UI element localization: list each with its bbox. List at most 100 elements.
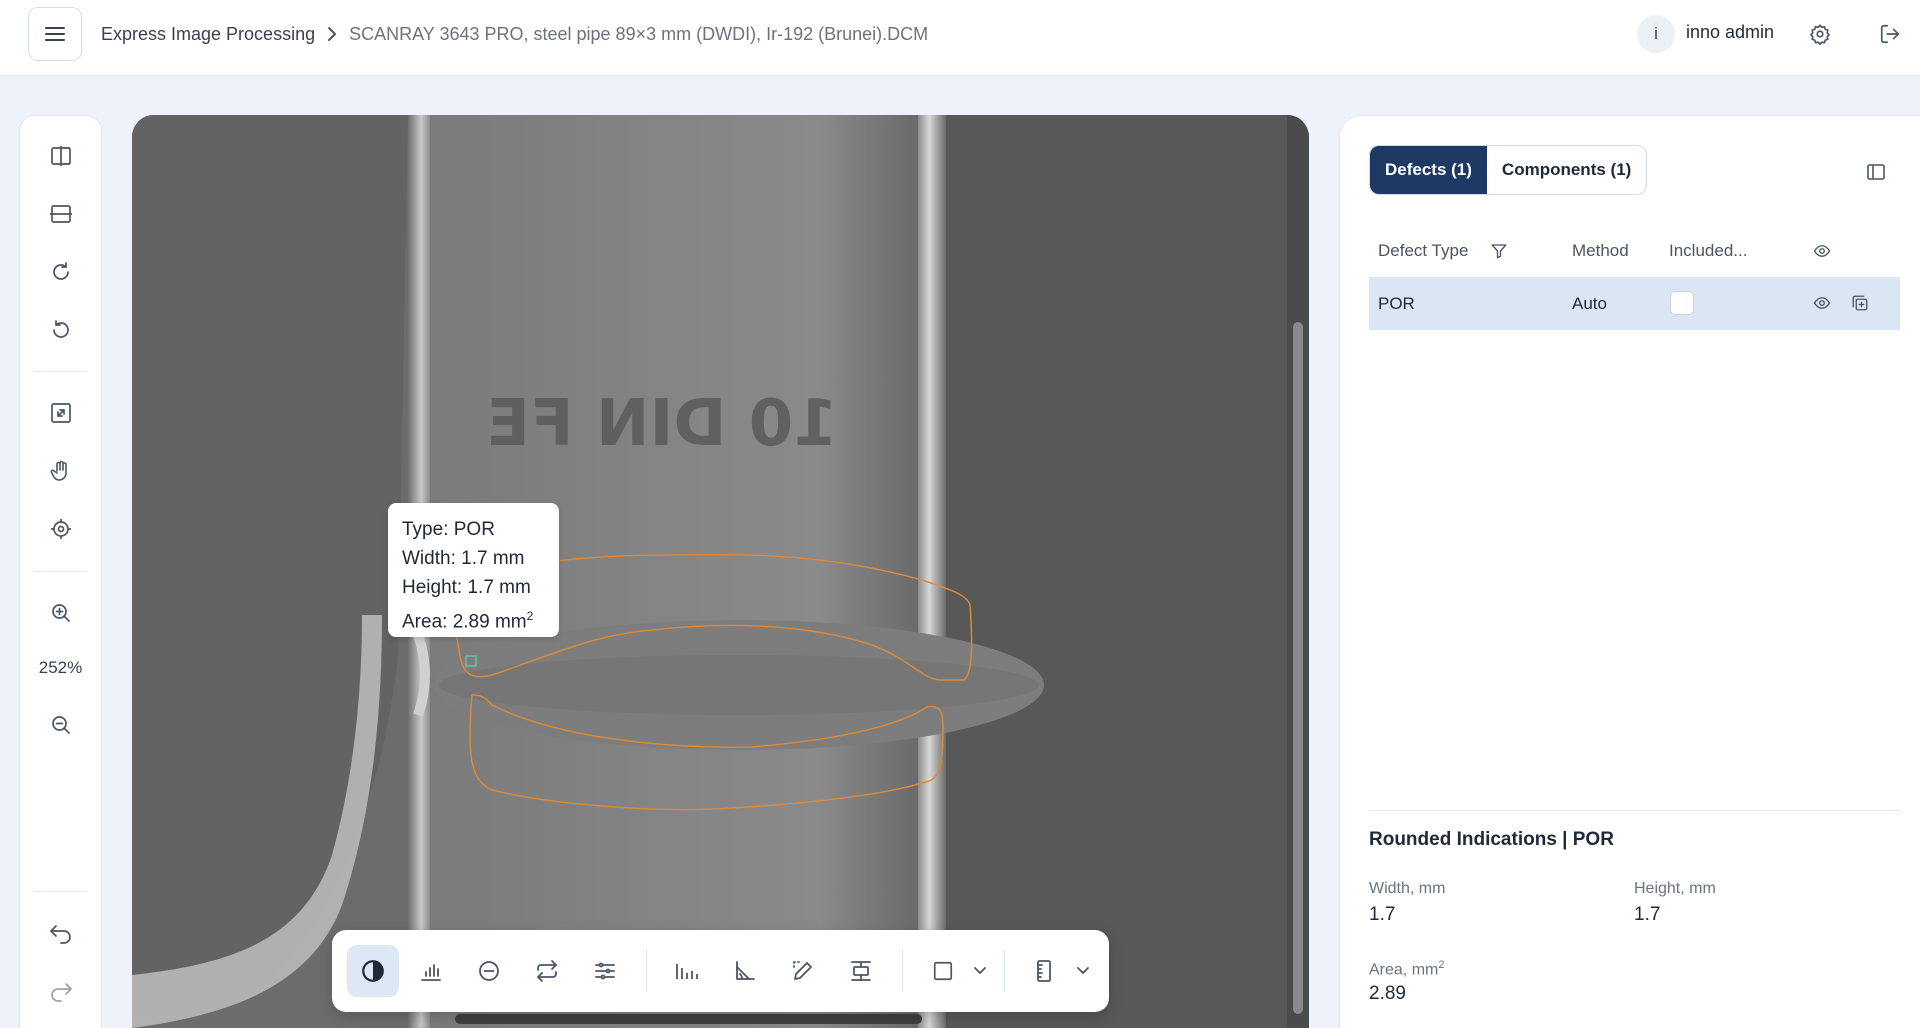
undo-button[interactable]	[41, 913, 81, 953]
minus-circle-icon	[479, 961, 499, 981]
tooltip-area: Area: 2.89 mm2	[402, 609, 534, 633]
panel-toggle-button[interactable]	[1864, 160, 1888, 184]
top-bar: Express Image Processing SCANRAY 3643 PR…	[0, 0, 1920, 76]
chevron-right-icon	[327, 26, 337, 42]
contrast-button[interactable]	[347, 945, 399, 997]
tab-components[interactable]: Components (1)	[1487, 146, 1646, 194]
zoom-out-button[interactable]	[41, 705, 81, 745]
thickness-button[interactable]	[835, 945, 887, 997]
height-label: Height, mm	[1634, 880, 1716, 897]
chevron-down-icon	[974, 967, 986, 974]
invert-button[interactable]	[463, 945, 515, 997]
radiograph-marker-text: 10 DIN FE	[486, 387, 838, 461]
square-icon	[933, 961, 953, 981]
vertical-scrollbar[interactable]	[1287, 115, 1309, 1028]
eye-icon	[1813, 297, 1831, 309]
breadcrumb: Express Image Processing SCANRAY 3643 PR…	[101, 22, 928, 46]
duplicate-button[interactable]	[1850, 293, 1870, 313]
adjustments-button[interactable]	[579, 945, 631, 997]
copy-plus-icon	[1852, 295, 1868, 311]
toggle-all-visibility-button[interactable]	[1812, 241, 1832, 261]
filter-icon	[1491, 244, 1507, 259]
flip-button[interactable]	[521, 945, 573, 997]
histogram-button[interactable]	[405, 945, 457, 997]
filter-button[interactable]	[1489, 241, 1509, 261]
pan-button[interactable]	[41, 451, 81, 491]
angle-button[interactable]	[719, 945, 771, 997]
ruler-button[interactable]	[1018, 945, 1070, 997]
width-value: 1.7	[1369, 904, 1396, 925]
included-checkbox[interactable]	[1670, 291, 1694, 315]
rotate-clockwise-icon	[53, 262, 69, 280]
sliders-icon	[595, 962, 615, 980]
sidebar-toggle-icon	[1867, 164, 1885, 180]
split-horizontal-icon	[50, 205, 72, 223]
split-vertical-button[interactable]	[41, 136, 81, 176]
ruler-dropdown-button[interactable]	[1072, 960, 1094, 982]
visibility-button[interactable]	[1812, 293, 1832, 313]
tooltip-width: Width: 1.7 mm	[402, 548, 525, 569]
panel-tabs: Defects (1) Components (1)	[1369, 145, 1648, 195]
column-included[interactable]: Included...	[1669, 226, 1747, 276]
divider	[902, 950, 903, 992]
split-horizontal-button[interactable]	[41, 194, 81, 234]
rotate-clockwise-button[interactable]	[41, 252, 81, 292]
details-title: Rounded Indications | POR	[1369, 829, 1614, 850]
method-cell: Auto	[1572, 294, 1607, 313]
zoom-in-icon	[52, 604, 70, 622]
area-label: Area, mm2	[1369, 959, 1445, 979]
rotate-counterclockwise-icon	[53, 320, 69, 338]
chevron-down-icon	[1077, 967, 1089, 974]
table-row[interactable]: POR Auto	[1369, 277, 1900, 330]
zoom-level: 252%	[38, 658, 83, 677]
user-name[interactable]: inno admin	[1686, 22, 1774, 43]
divider	[1004, 950, 1005, 992]
tooltip-type: Type: POR	[402, 519, 495, 540]
height-value: 1.7	[1634, 904, 1661, 925]
shape-button[interactable]	[917, 945, 969, 997]
hamburger-icon	[45, 27, 65, 41]
horizontal-scroll-thumb[interactable]	[455, 1014, 922, 1024]
column-method[interactable]: Method	[1572, 226, 1629, 276]
redo-button[interactable]	[41, 971, 81, 1011]
tooltip-height: Height: 1.7 mm	[402, 577, 531, 598]
tab-defects[interactable]: Defects (1)	[1370, 146, 1487, 194]
center-button[interactable]	[41, 509, 81, 549]
avatar[interactable]: i	[1637, 15, 1675, 53]
breadcrumb-current: SCANRAY 3643 PRO, steel pipe 89×3 mm (DW…	[349, 23, 929, 44]
expand-icon	[51, 403, 71, 423]
vertical-scroll-thumb[interactable]	[1293, 322, 1303, 1014]
gear-icon	[1810, 24, 1830, 45]
settings-button[interactable]	[1806, 20, 1834, 48]
fit-to-screen-button[interactable]	[41, 393, 81, 433]
angle-icon	[736, 961, 755, 980]
redo-icon	[51, 983, 72, 1002]
repeat-icon	[537, 960, 557, 982]
divider	[34, 571, 88, 572]
shape-dropdown-button[interactable]	[969, 960, 991, 982]
defect-tooltip: Type: POR Width: 1.7 mm Height: 1.7 mm A…	[388, 503, 559, 637]
image-viewer[interactable]: 10 DIN FE Type: POR Width: 1.7 mm Height…	[132, 115, 1309, 1028]
wall-thickness-icon	[851, 961, 871, 981]
hand-icon	[50, 460, 67, 481]
zoom-in-button[interactable]	[41, 593, 81, 633]
profile-button[interactable]	[661, 945, 713, 997]
histogram-icon	[421, 964, 441, 981]
table-header: Defect Type Method Included...	[1369, 226, 1900, 276]
rotate-counterclockwise-button[interactable]	[41, 310, 81, 350]
defects-panel: Defects (1) Components (1) Defect Type M…	[1339, 115, 1920, 1028]
contrast-icon	[362, 960, 384, 982]
split-vertical-icon	[51, 146, 71, 166]
column-defect-type[interactable]: Defect Type	[1378, 226, 1468, 276]
divider	[34, 891, 88, 892]
breadcrumb-root[interactable]: Express Image Processing	[101, 24, 315, 45]
divider	[34, 371, 88, 372]
divider	[646, 950, 647, 992]
undo-icon	[50, 925, 71, 944]
left-toolbar: 252%	[19, 115, 102, 1028]
logout-icon	[1880, 24, 1900, 44]
logout-button[interactable]	[1876, 20, 1904, 48]
menu-button[interactable]	[28, 7, 82, 61]
annotate-button[interactable]	[777, 945, 829, 997]
target-icon	[51, 519, 71, 539]
